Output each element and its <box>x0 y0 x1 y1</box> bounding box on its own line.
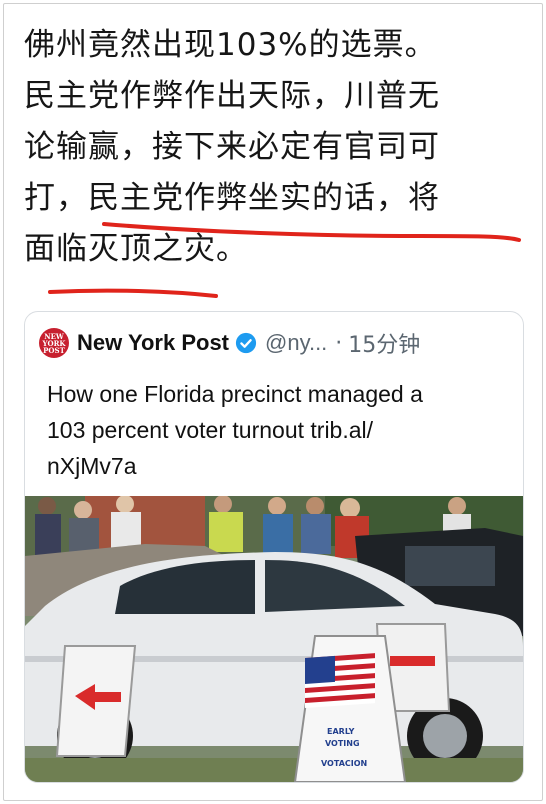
post-line-5: 面临灭顶之灾。 <box>24 231 248 267</box>
news-photo-voting-site[interactable]: EARLY VOTING VOTACION <box>25 496 523 782</box>
quoted-text-line-2[interactable]: 103 percent voter turnout trib.al/ <box>47 412 507 448</box>
post-line-1: 佛州竟然出现103%的选票。 <box>24 27 437 63</box>
quoted-text-line-3[interactable]: nXjMv7a <box>47 448 507 484</box>
post-timestamp: 15分钟 <box>348 333 421 358</box>
sign-text-early: EARLY <box>327 727 355 736</box>
early-voting-arrow-sign <box>55 645 137 757</box>
account-handle[interactable]: @ny... <box>265 330 327 356</box>
us-flag-sign: EARLY VOTING VOTACION <box>293 635 407 782</box>
quoted-tweet-text: How one Florida precinct managed a 103 p… <box>47 376 507 484</box>
post-line-2: 民主党作弊作出天际，川普无 <box>24 78 440 114</box>
quoted-text-line-1: How one Florida precinct managed a <box>47 381 423 407</box>
account-name[interactable]: New York Post <box>77 330 229 356</box>
quoted-tweet-header: NEW YORK POST New York Post @ny... · 15分钟 <box>39 326 420 360</box>
quoted-tweet-card[interactable]: NEW YORK POST New York Post @ny... · 15分钟 … <box>24 311 524 783</box>
separator-dot: · <box>335 330 343 356</box>
post-text: 佛州竟然出现103%的选票。 民主党作弊作出天际，川普无 论输赢，接下来必定有官… <box>24 20 524 275</box>
verified-badge-icon <box>235 332 257 354</box>
new-york-post-avatar[interactable]: NEW YORK POST <box>39 328 69 358</box>
post-line-4: 打，民主党作弊坐实的话，将 <box>24 180 440 216</box>
sign-text-voting: VOTING <box>325 739 360 748</box>
post-line-3: 论输赢，接下来必定有官司可 <box>24 129 440 165</box>
sign-text-votacion: VOTACION <box>321 759 367 768</box>
